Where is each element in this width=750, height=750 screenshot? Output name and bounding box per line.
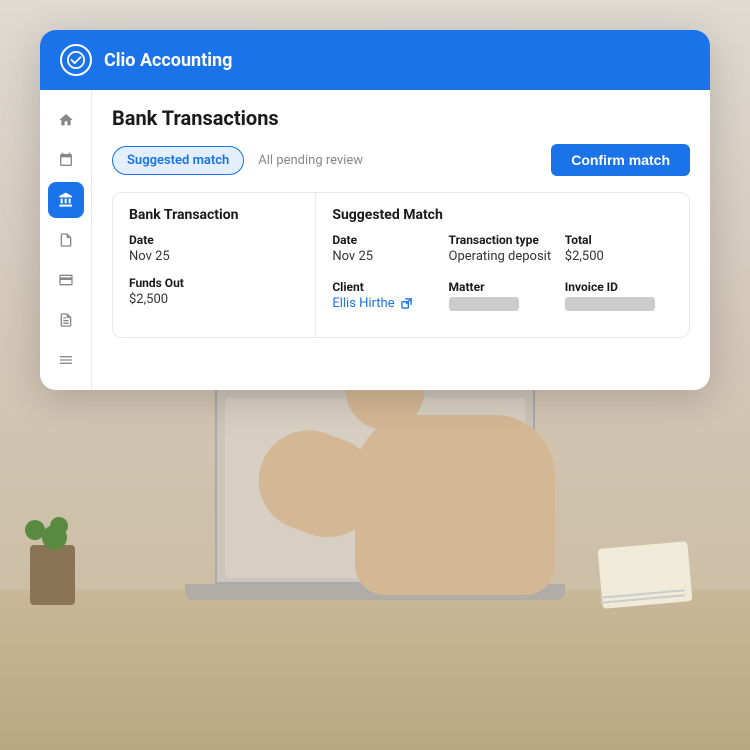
match-type-label: Transaction type [449, 233, 557, 247]
match-type-value: Operating deposit [449, 249, 557, 264]
app-logo [60, 44, 92, 76]
sidebar-item-reports[interactable] [48, 302, 84, 338]
tab-all-pending[interactable]: All pending review [244, 147, 377, 174]
match-date-field: Date Nov 25 [332, 233, 440, 264]
tab-bar: Suggested match All pending review Confi… [112, 144, 690, 176]
match-invoice-field: Invoice ID [565, 280, 673, 311]
bank-transaction-col: Bank Transaction Date Nov 25 Funds Out $… [113, 193, 316, 337]
sidebar-item-bank[interactable] [48, 182, 84, 218]
bank-date-value: Nov 25 [129, 249, 299, 264]
match-invoice-label: Invoice ID [565, 280, 673, 294]
bank-funds-out-label: Funds Out [129, 276, 299, 290]
matter-redacted [449, 297, 519, 311]
match-date-value: Nov 25 [332, 249, 440, 264]
bank-date-label: Date [129, 233, 299, 247]
suggested-match-header: Suggested Match [332, 207, 673, 223]
bank-date-field: Date Nov 25 [129, 233, 299, 264]
match-total-value: $2,500 [565, 249, 673, 264]
app-header: Clio Accounting [40, 30, 710, 90]
match-type-field: Transaction type Operating deposit [449, 233, 557, 264]
bank-funds-out-field: Funds Out $2,500 [129, 276, 299, 307]
match-total-label: Total [565, 233, 673, 247]
confirm-match-button[interactable]: Confirm match [551, 144, 690, 176]
match-matter-field: Matter [449, 280, 557, 311]
match-date-label: Date [332, 233, 440, 247]
tab-suggested-match[interactable]: Suggested match [112, 146, 244, 175]
sidebar-item-home[interactable] [48, 102, 84, 138]
match-client-label: Client [332, 280, 440, 294]
sidebar [40, 90, 92, 390]
transaction-table: Bank Transaction Date Nov 25 Funds Out $… [112, 192, 690, 338]
match-invoice-value [565, 296, 673, 311]
suggested-match-col: Suggested Match Date Nov 25 Transaction … [316, 193, 689, 337]
match-total-field: Total $2,500 [565, 233, 673, 264]
sidebar-item-more[interactable] [48, 342, 84, 378]
bank-transaction-header: Bank Transaction [129, 207, 299, 223]
sidebar-item-calendar[interactable] [48, 142, 84, 178]
app-title: Clio Accounting [104, 50, 232, 71]
match-matter-label: Matter [449, 280, 557, 294]
page-title: Bank Transactions [112, 106, 690, 130]
sidebar-item-billing[interactable] [48, 262, 84, 298]
sidebar-item-documents[interactable] [48, 222, 84, 258]
match-client-value[interactable]: Ellis Hirthe [332, 296, 440, 311]
match-client-field: Client Ellis Hirthe [332, 280, 440, 311]
main-card: Clio Accounting [40, 30, 710, 390]
invoice-redacted [565, 297, 655, 311]
match-matter-value [449, 296, 557, 311]
bank-funds-out-value: $2,500 [129, 292, 299, 307]
page-content: Bank Transactions Suggested match All pe… [92, 90, 710, 390]
